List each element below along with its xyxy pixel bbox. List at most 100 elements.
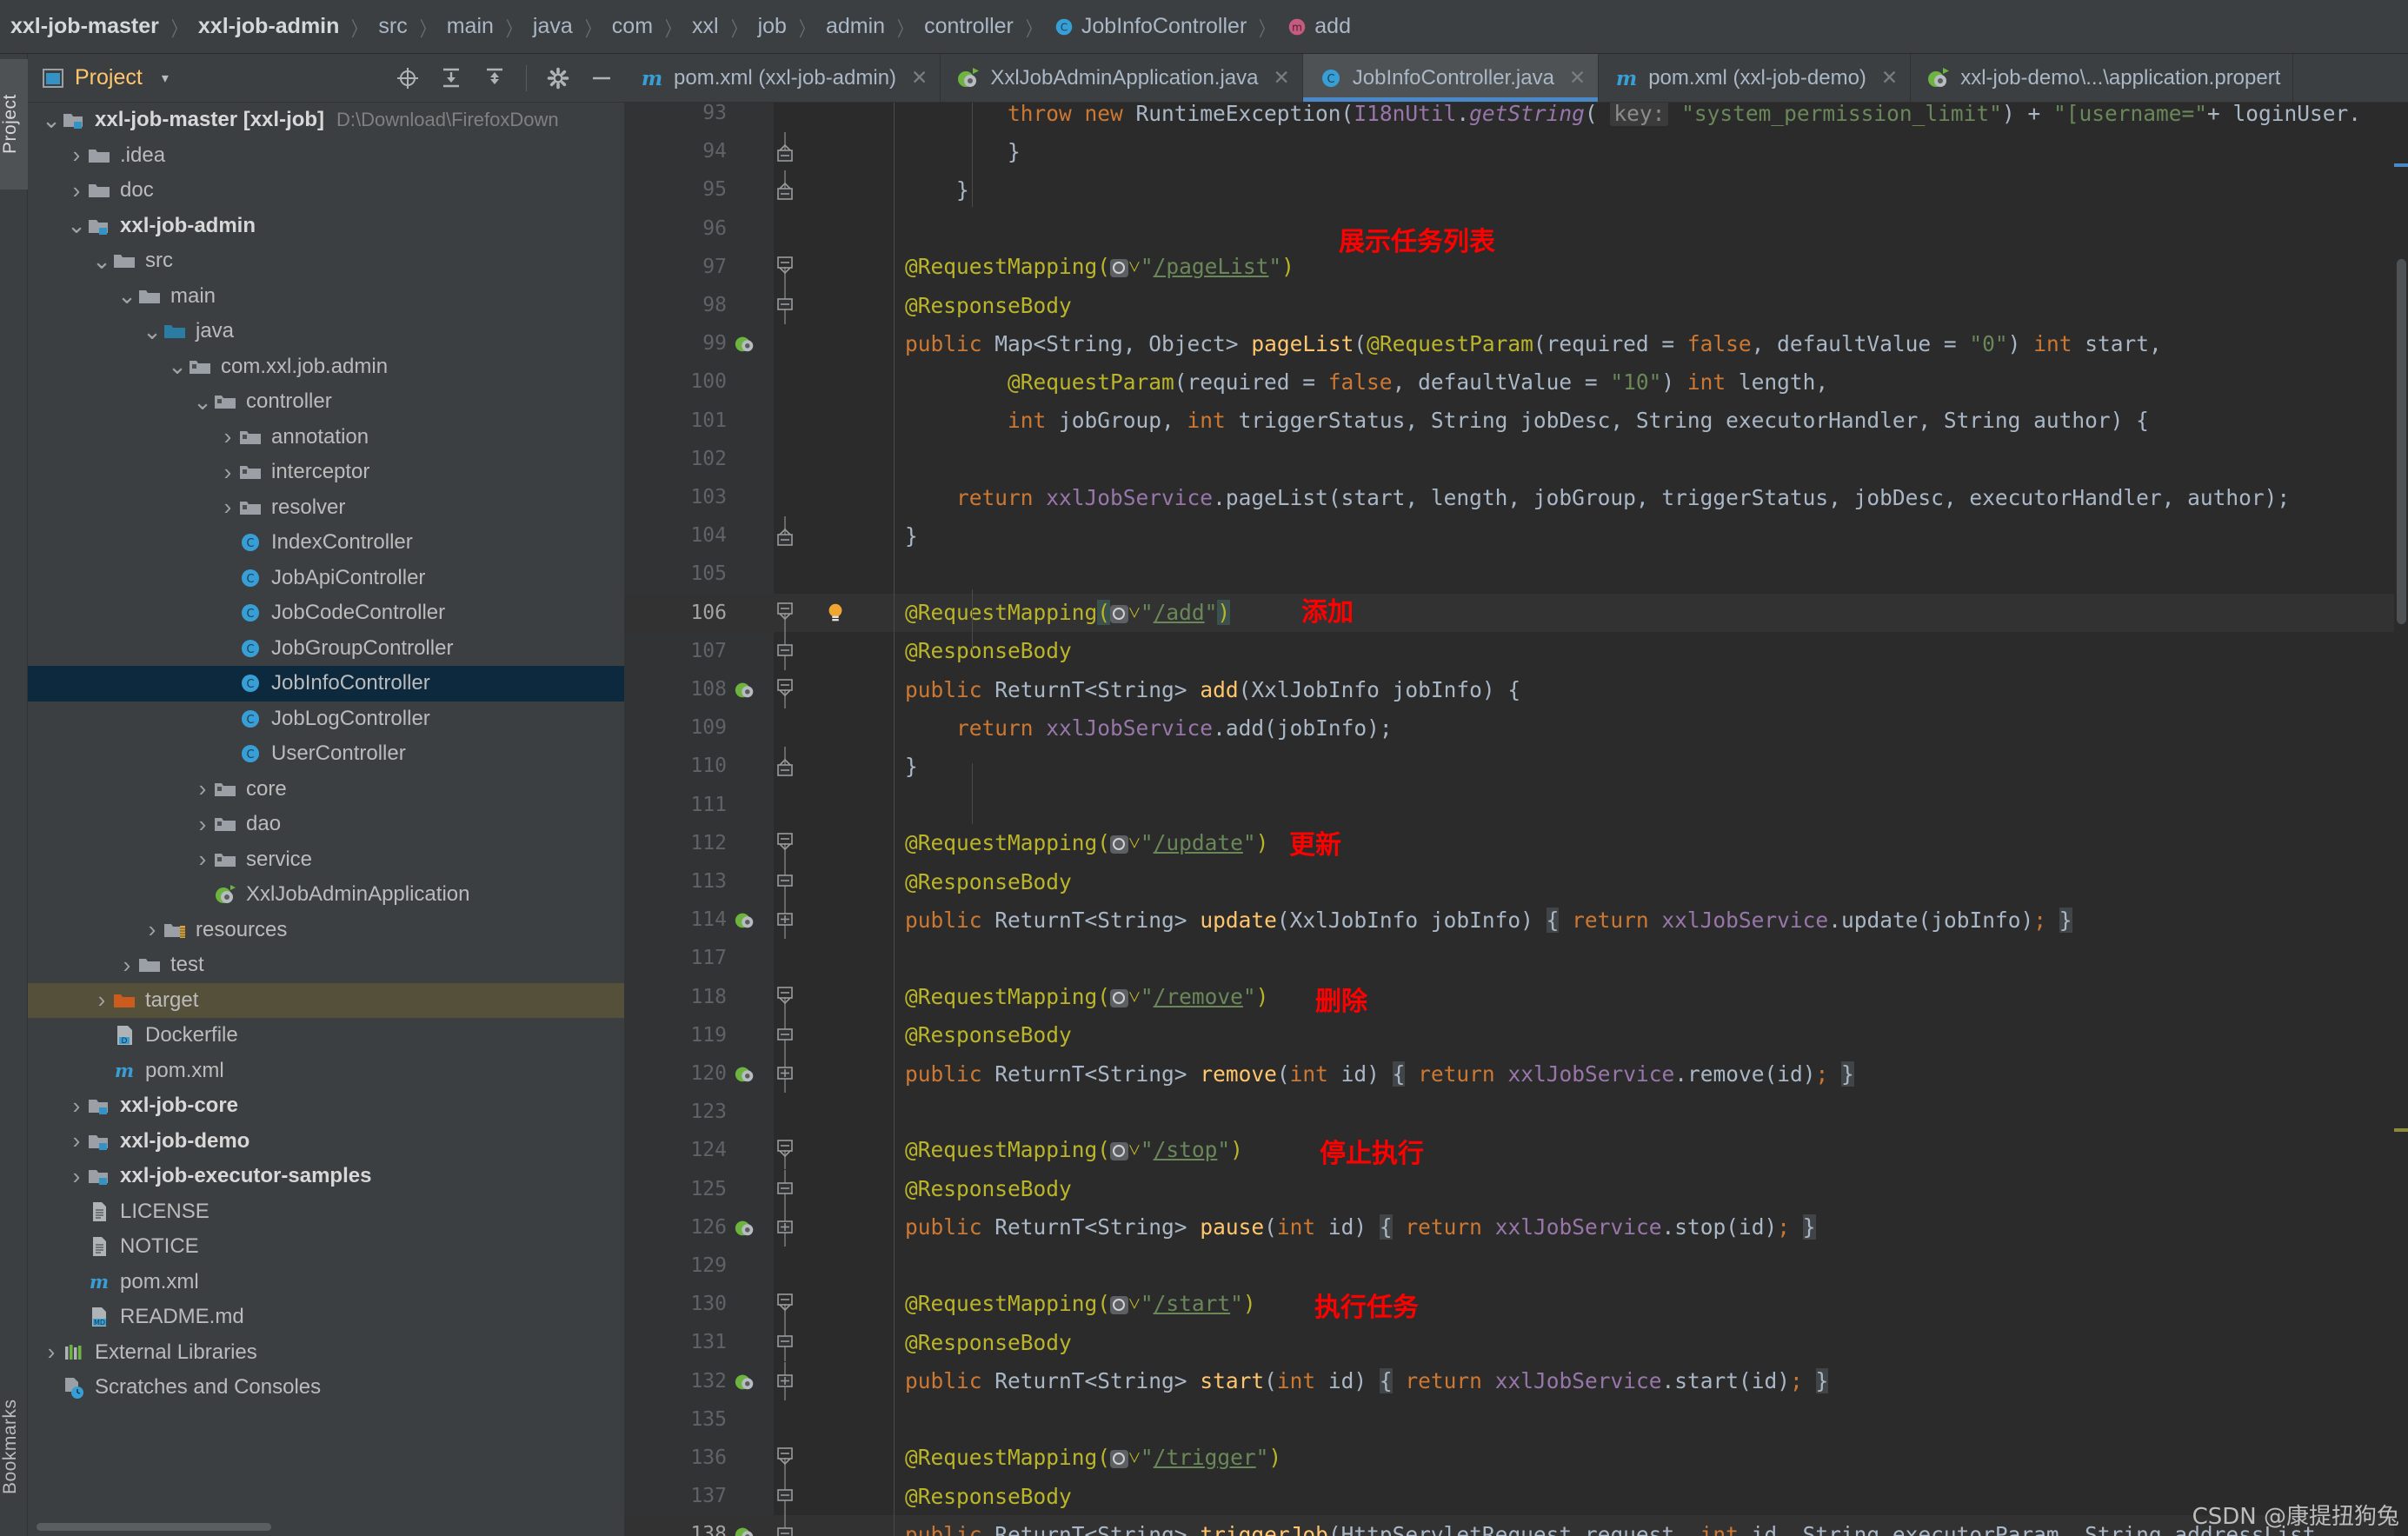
fold-expand-icon[interactable] [774, 1207, 798, 1247]
tree-item-interceptor[interactable]: › interceptor [28, 455, 624, 490]
code-line-124[interactable]: 124 @RequestMapping(˅"/stop") [624, 1131, 2408, 1170]
project-tree-horizontal-scrollbar[interactable] [37, 1523, 271, 1531]
chevron-down-icon[interactable]: ⌄ [143, 318, 162, 345]
chevron-right-icon[interactable]: › [193, 846, 212, 873]
chevron-down-icon[interactable]: ⌄ [92, 248, 111, 275]
collapse-all-icon[interactable] [482, 66, 507, 90]
breadcrumb-item-src[interactable]: src [378, 14, 407, 39]
tree-item-dao[interactable]: › dao [28, 807, 624, 842]
fold-start-icon[interactable] [774, 594, 798, 632]
fold-start-icon[interactable] [774, 1285, 798, 1324]
fold-mid-icon[interactable] [774, 286, 798, 324]
fold-mid-icon[interactable] [774, 862, 798, 901]
chevron-down-icon[interactable]: ▾ [162, 70, 169, 87]
tree-item-controller[interactable]: ⌄ controller [28, 384, 624, 420]
tree-item-test[interactable]: › test [28, 948, 624, 983]
fold-start-icon[interactable] [774, 978, 798, 1016]
fold-expand-icon[interactable] [774, 1054, 798, 1093]
tree-item-joblogcontroller[interactable]: C JobLogController [28, 702, 624, 737]
run-gutter-icon[interactable] [734, 1062, 760, 1085]
run-gutter-icon[interactable] [734, 332, 760, 355]
code-line-111[interactable]: 111 [624, 786, 2408, 824]
chevron-right-icon[interactable]: › [193, 775, 212, 802]
code-line-94[interactable]: 94 } [624, 132, 2408, 170]
code-line-105[interactable]: 105 [624, 555, 2408, 593]
code-line-98[interactable]: 98 @ResponseBody [624, 286, 2408, 324]
code-line-113[interactable]: 113 @ResponseBody [624, 862, 2408, 901]
run-gutter-icon[interactable] [734, 1216, 760, 1239]
code-line-119[interactable]: 119 @ResponseBody [624, 1015, 2408, 1054]
tool-button-project[interactable]: Project [0, 59, 28, 190]
tree-item-service[interactable]: › service [28, 842, 624, 878]
scrollbar-thumb[interactable] [2397, 259, 2406, 624]
project-tree[interactable]: ⌄ xxl-job-master [xxl-job] D:\Download\Fir… [28, 103, 624, 1480]
tree-item-java[interactable]: ⌄ java [28, 314, 624, 349]
code-line-108[interactable]: 108 public ReturnT<String> add(XxlJobInf… [624, 670, 2408, 708]
tree-item-external-libraries[interactable]: › External Libraries [28, 1335, 624, 1371]
close-icon[interactable]: ✕ [1569, 66, 1586, 90]
chevron-right-icon[interactable]: › [218, 423, 237, 450]
breadcrumb-item-com[interactable]: com [612, 14, 653, 39]
tree-item-resources[interactable]: › resources [28, 913, 624, 948]
expand-all-icon[interactable] [439, 66, 463, 90]
code-line-120[interactable]: 120 public ReturnT<String> remove(int id… [624, 1054, 2408, 1093]
code-line-100[interactable]: 100 @RequestParam(required = false, defa… [624, 362, 2408, 401]
code-line-102[interactable]: 102 [624, 440, 2408, 478]
chevron-right-icon[interactable]: › [67, 1093, 86, 1120]
code-line-97[interactable]: 97 @RequestMapping(˅"/pageList") [624, 248, 2408, 286]
tree-item-main[interactable]: ⌄ main [28, 279, 624, 315]
editor-tab-xxljobadminapplication-java[interactable]: XxlJobAdminApplication.java ✕ [941, 54, 1303, 102]
breadcrumb-item-xxl-job-master[interactable]: xxl-job-master [10, 14, 159, 39]
fold-expand-icon[interactable] [774, 1361, 798, 1400]
code-editor[interactable]: 93 throw new RuntimeException(I18nUtil.g… [624, 103, 2408, 1536]
tree-item-annotation[interactable]: › annotation [28, 420, 624, 455]
close-icon[interactable]: ✕ [1881, 66, 1898, 90]
code-line-107[interactable]: 107 @ResponseBody [624, 631, 2408, 670]
code-line-99[interactable]: 99 public Map<String, Object> pageList(@… [624, 324, 2408, 362]
code-line-114[interactable]: 114 public ReturnT<String> update(XxlJob… [624, 901, 2408, 940]
tree-item-notice[interactable]: NOTICE [28, 1229, 624, 1265]
fold-mid-icon[interactable] [774, 1323, 798, 1362]
tree-item-xxl-job-demo[interactable]: › xxl-job-demo [28, 1124, 624, 1160]
breadcrumb-item-admin[interactable]: admin [826, 14, 885, 39]
fold-mid-icon[interactable] [774, 1169, 798, 1208]
tree-item-pom-xml[interactable]: m pom.xml [28, 1265, 624, 1300]
code-line-104[interactable]: 104 } [624, 516, 2408, 555]
code-line-138[interactable]: 138 public ReturnT<String> triggerJob(Ht… [624, 1515, 2408, 1536]
chevron-down-icon[interactable]: ⌄ [117, 283, 136, 309]
tree-item-xxl-job-master-xxl-job-[interactable]: ⌄ xxl-job-master [xxl-job] D:\Download\Fir… [28, 103, 624, 138]
fold-mid-icon[interactable] [774, 1477, 798, 1516]
tree-item-xxl-job-executor-samples[interactable]: › xxl-job-executor-samples [28, 1159, 624, 1194]
chevron-right-icon[interactable]: › [218, 459, 237, 486]
code-line-137[interactable]: 137 @ResponseBody [624, 1477, 2408, 1516]
chevron-down-icon[interactable]: ⌄ [67, 212, 86, 239]
run-gutter-icon[interactable] [734, 1370, 760, 1393]
editor-tab-bar[interactable]: m pom.xml (xxl-job-admin) ✕ XxlJobAdminAppl… [624, 54, 2408, 103]
locate-icon[interactable] [396, 66, 420, 90]
chevron-down-icon[interactable]: ⌄ [42, 107, 61, 134]
chevron-right-icon[interactable]: › [218, 494, 237, 521]
breadcrumb-item-main[interactable]: main [447, 14, 494, 39]
chevron-right-icon[interactable]: › [67, 1163, 86, 1190]
fold-expand-icon[interactable] [774, 901, 798, 940]
fold-start-icon[interactable] [774, 824, 798, 862]
code-line-117[interactable]: 117 [624, 939, 2408, 977]
tree-item--idea[interactable]: › .idea [28, 138, 624, 174]
close-icon[interactable]: ✕ [911, 66, 928, 90]
code-line-101[interactable]: 101 int jobGroup, int triggerStatus, Str… [624, 402, 2408, 440]
fold-start-icon[interactable] [774, 1439, 798, 1477]
fold-mid-icon[interactable] [774, 1515, 798, 1536]
code-line-131[interactable]: 131 @ResponseBody [624, 1323, 2408, 1362]
code-line-123[interactable]: 123 [624, 1093, 2408, 1131]
code-line-109[interactable]: 109 return xxlJobService.add(jobInfo); [624, 708, 2408, 747]
editor-tab-xxl-job-demo-application-propert[interactable]: xxl-job-demo\...\application.propert [1911, 54, 2294, 102]
code-line-136[interactable]: 136 @RequestMapping(˅"/trigger") [624, 1439, 2408, 1477]
code-text[interactable]: 93 throw new RuntimeException(I18nUtil.g… [624, 103, 2408, 1536]
fold-end-icon[interactable] [774, 516, 798, 555]
tree-item-target[interactable]: › target [28, 982, 624, 1018]
tree-item-pom-xml[interactable]: m pom.xml [28, 1054, 624, 1089]
code-line-135[interactable]: 135 [624, 1400, 2408, 1439]
tree-item-xxl-job-core[interactable]: › xxl-job-core [28, 1088, 624, 1124]
breadcrumb-item-xxl-job-admin[interactable]: xxl-job-admin [198, 14, 340, 39]
code-line-118[interactable]: 118 @RequestMapping(˅"/remove") [624, 978, 2408, 1016]
